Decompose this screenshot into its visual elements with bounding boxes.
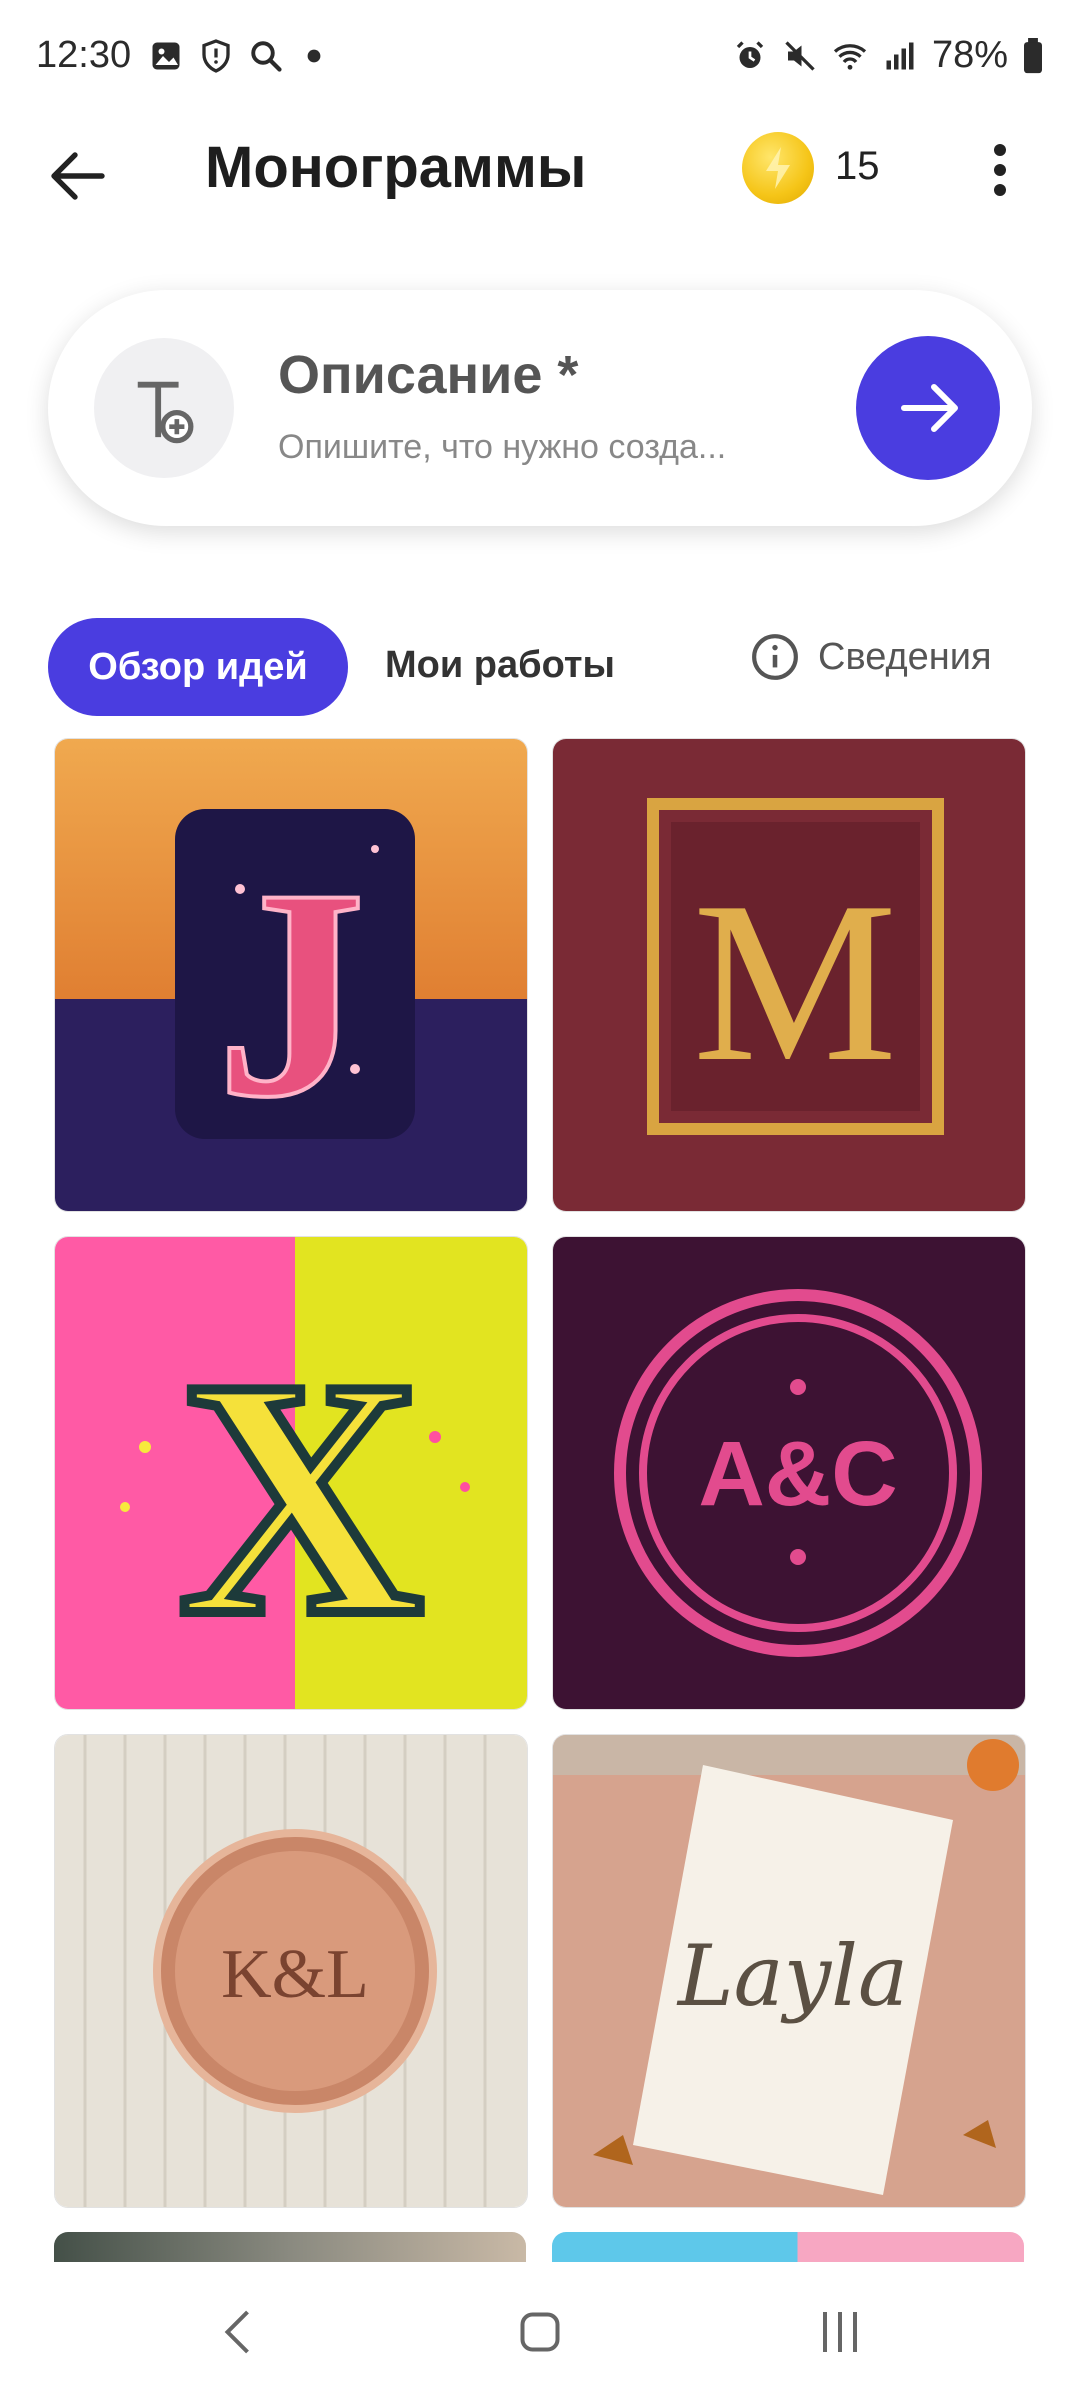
tab-ideas[interactable]: Обзор идей bbox=[48, 618, 348, 716]
coin-balance[interactable]: 15 bbox=[835, 144, 880, 189]
alarm-icon bbox=[736, 40, 764, 68]
idea-card[interactable]: Layla bbox=[552, 1734, 1026, 2208]
system-nav-bar bbox=[0, 2262, 1080, 2400]
info-icon bbox=[752, 634, 798, 680]
monogram-layla-image: Layla bbox=[553, 1735, 1025, 2207]
monogram-x-image: X bbox=[55, 1237, 527, 1709]
description-input-card[interactable]: Описание * Опишите, что нужно созда... bbox=[48, 290, 1032, 526]
nav-home-icon[interactable] bbox=[500, 2302, 580, 2362]
text-add-icon bbox=[137, 381, 194, 444]
nav-recents-icon[interactable] bbox=[800, 2302, 880, 2362]
shield-icon bbox=[202, 39, 230, 73]
status-bar: 12:30 78% bbox=[0, 0, 1080, 120]
coin-icon[interactable] bbox=[742, 132, 814, 204]
more-options-icon[interactable] bbox=[975, 136, 1025, 216]
idea-card[interactable]: J bbox=[54, 738, 528, 1212]
card-letter: A&C bbox=[698, 1423, 897, 1525]
monogram-j-image: J bbox=[55, 739, 527, 1211]
nav-back-icon[interactable] bbox=[200, 2302, 280, 2362]
wifi-icon bbox=[833, 43, 867, 70]
idea-card[interactable]: A&C bbox=[552, 1236, 1026, 1710]
info-link[interactable]: Сведения bbox=[750, 632, 992, 682]
monogram-kl-image: K&L bbox=[55, 1735, 527, 2207]
card-letter: M bbox=[693, 854, 898, 1109]
top-app-bar: Монограммы 15 bbox=[0, 120, 1080, 290]
status-time: 12:30 bbox=[36, 34, 132, 76]
card-letter: Layla bbox=[676, 1927, 908, 2025]
tab-my-works[interactable]: Мои работы bbox=[385, 644, 615, 687]
arrow-right-icon bbox=[901, 384, 958, 432]
add-text-button[interactable] bbox=[94, 338, 234, 478]
battery-icon bbox=[1024, 37, 1042, 73]
description-placeholder[interactable]: Опишите, что нужно созда... bbox=[278, 428, 726, 467]
gallery-icon bbox=[152, 42, 180, 70]
idea-card[interactable]: M bbox=[552, 738, 1026, 1212]
submit-button[interactable] bbox=[856, 336, 1000, 480]
tab-bar: Обзор идей Мои работы Сведения bbox=[0, 610, 1080, 720]
page-title: Монограммы bbox=[205, 135, 587, 200]
back-arrow-icon[interactable] bbox=[42, 140, 114, 212]
idea-card[interactable]: X bbox=[54, 1236, 528, 1710]
mute-icon bbox=[785, 40, 815, 71]
info-label: Сведения bbox=[818, 635, 992, 678]
idea-card[interactable]: K&L bbox=[54, 1734, 528, 2208]
monogram-m-image: M bbox=[553, 739, 1025, 1211]
description-label: Описание * bbox=[278, 345, 579, 405]
monogram-ac-image: A&C bbox=[553, 1237, 1025, 1709]
card-letter: K&L bbox=[221, 1936, 369, 2013]
card-letter: J bbox=[216, 827, 366, 1159]
search-icon bbox=[251, 41, 282, 72]
battery-percent: 78% bbox=[931, 34, 1008, 76]
signal-icon bbox=[886, 42, 914, 69]
card-letter: X bbox=[178, 1309, 424, 1686]
notification-dot-icon bbox=[307, 49, 321, 63]
